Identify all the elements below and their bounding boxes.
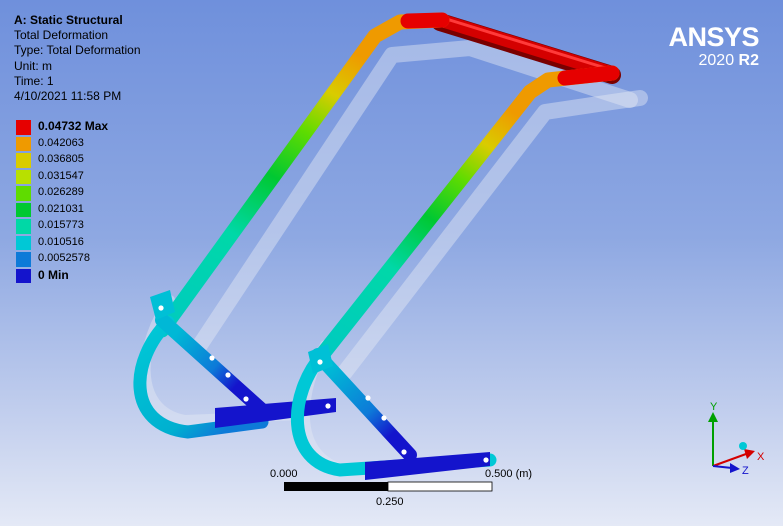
axis-triad[interactable]: Y X Z: [700, 398, 775, 478]
scale-label-end: 0.500 (m): [485, 468, 533, 480]
isometric-ball-icon[interactable]: [739, 442, 747, 450]
z-axis-label: Z: [742, 465, 749, 477]
x-axis-label: X: [757, 451, 765, 463]
z-axis-icon: [712, 465, 733, 469]
y-axis-label: Y: [710, 401, 718, 413]
model-viewport[interactable]: [0, 0, 783, 526]
left-frame: [133, 12, 450, 439]
scale-label-start: 0.000: [270, 468, 298, 480]
scale-label-mid: 0.250: [376, 496, 404, 508]
